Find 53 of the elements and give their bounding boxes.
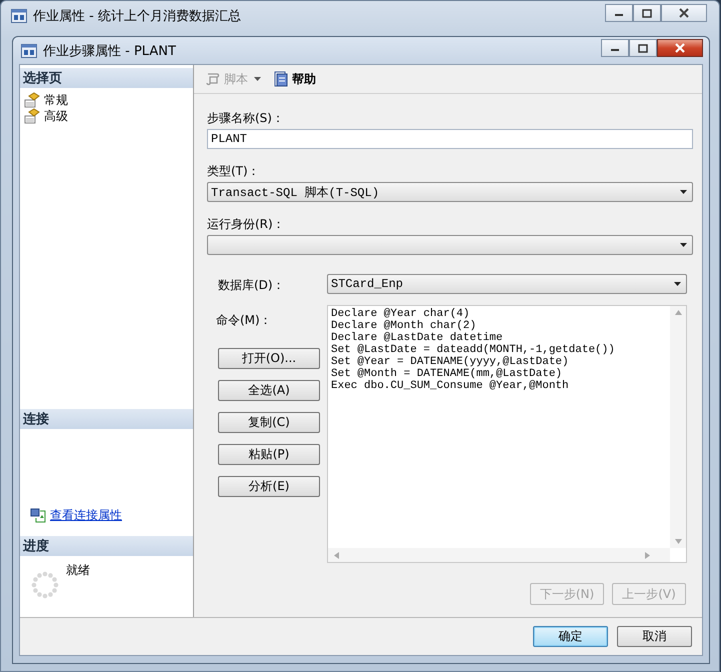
ok-button[interactable]: 确定	[533, 626, 608, 647]
dialog-title: 作业步骤属性 - PLANT	[43, 42, 176, 60]
close-icon	[674, 43, 686, 53]
field-label: 类型(T)：	[207, 163, 261, 179]
maximize-icon	[642, 8, 652, 18]
command-button[interactable]: 打开(O)...	[218, 348, 320, 369]
command-button[interactable]: 粘贴(P)	[218, 444, 320, 465]
field-label: 命令(M)：	[216, 312, 273, 328]
connection-icon	[30, 507, 46, 523]
dropdown-arrow-icon	[673, 281, 682, 287]
settings-page-icon	[24, 92, 40, 108]
app-icon	[11, 8, 27, 24]
dropdown-arrow-icon	[679, 189, 688, 195]
toolbar-button[interactable]: 帮助	[270, 68, 319, 90]
field-label: 运行身份(R)：	[207, 216, 286, 232]
view-connection-link[interactable]: 查看连接属性	[50, 506, 122, 524]
command-editor[interactable]: Declare @Year char(4) Declare @Month char(2) Declare @LastDate datetime Set @LastDate = dateadd(MONTH,-1,getdate()) Set @Year = DATENAME(yyyy,@LastDate) Set @Month = DATENAME(mm,@LastDate) Exec dbo.CU_SUM_Consume @Year,@Month	[327, 305, 687, 563]
field-label: 数据库(D)：	[217, 277, 286, 293]
scroll-left-icon	[334, 552, 339, 558]
close-button[interactable]	[657, 39, 703, 57]
close-button[interactable]	[661, 4, 707, 22]
field-label: 步骤名称(S)：	[207, 110, 285, 126]
maximize-button[interactable]	[629, 39, 657, 57]
run-as-dropdown[interactable]	[207, 235, 693, 255]
help-icon	[273, 71, 289, 87]
command-button[interactable]: 全选(A)	[218, 380, 320, 401]
section-header: 连接	[20, 409, 193, 429]
app-icon	[21, 42, 37, 58]
scroll-up-icon	[674, 310, 682, 315]
script-icon	[205, 71, 221, 87]
caret-icon	[251, 75, 263, 83]
maximize-button[interactable]	[633, 4, 661, 22]
spinner-icon	[30, 570, 60, 600]
database-dropdown[interactable]: STCard_Enp	[327, 274, 687, 294]
section-header: 选择页	[20, 68, 193, 88]
command-button[interactable]: 分析(E)	[218, 476, 320, 497]
close-icon	[678, 8, 690, 18]
dropdown-arrow-icon	[679, 242, 688, 248]
page-item[interactable]: 常规	[20, 92, 72, 108]
minimize-button[interactable]	[601, 39, 629, 57]
minimize-button[interactable]	[605, 4, 633, 22]
scroll-right-icon	[645, 552, 650, 558]
section-header: 进度	[20, 536, 193, 556]
step-name-field[interactable]: PLANT	[207, 129, 693, 149]
window-title: 作业属性 - 统计上个月消费数据汇总	[33, 8, 241, 25]
type-dropdown[interactable]: Transact-SQL 脚本(T-SQL)	[207, 182, 693, 202]
cancel-button[interactable]: 取消	[617, 626, 692, 647]
page-item[interactable]: 高级	[20, 108, 72, 124]
status-text: 就绪	[66, 562, 90, 579]
settings-page-icon	[24, 108, 40, 124]
maximize-icon	[638, 44, 648, 52]
scroll-down-icon	[674, 539, 682, 544]
command-button[interactable]: 复制(C)	[218, 412, 320, 433]
